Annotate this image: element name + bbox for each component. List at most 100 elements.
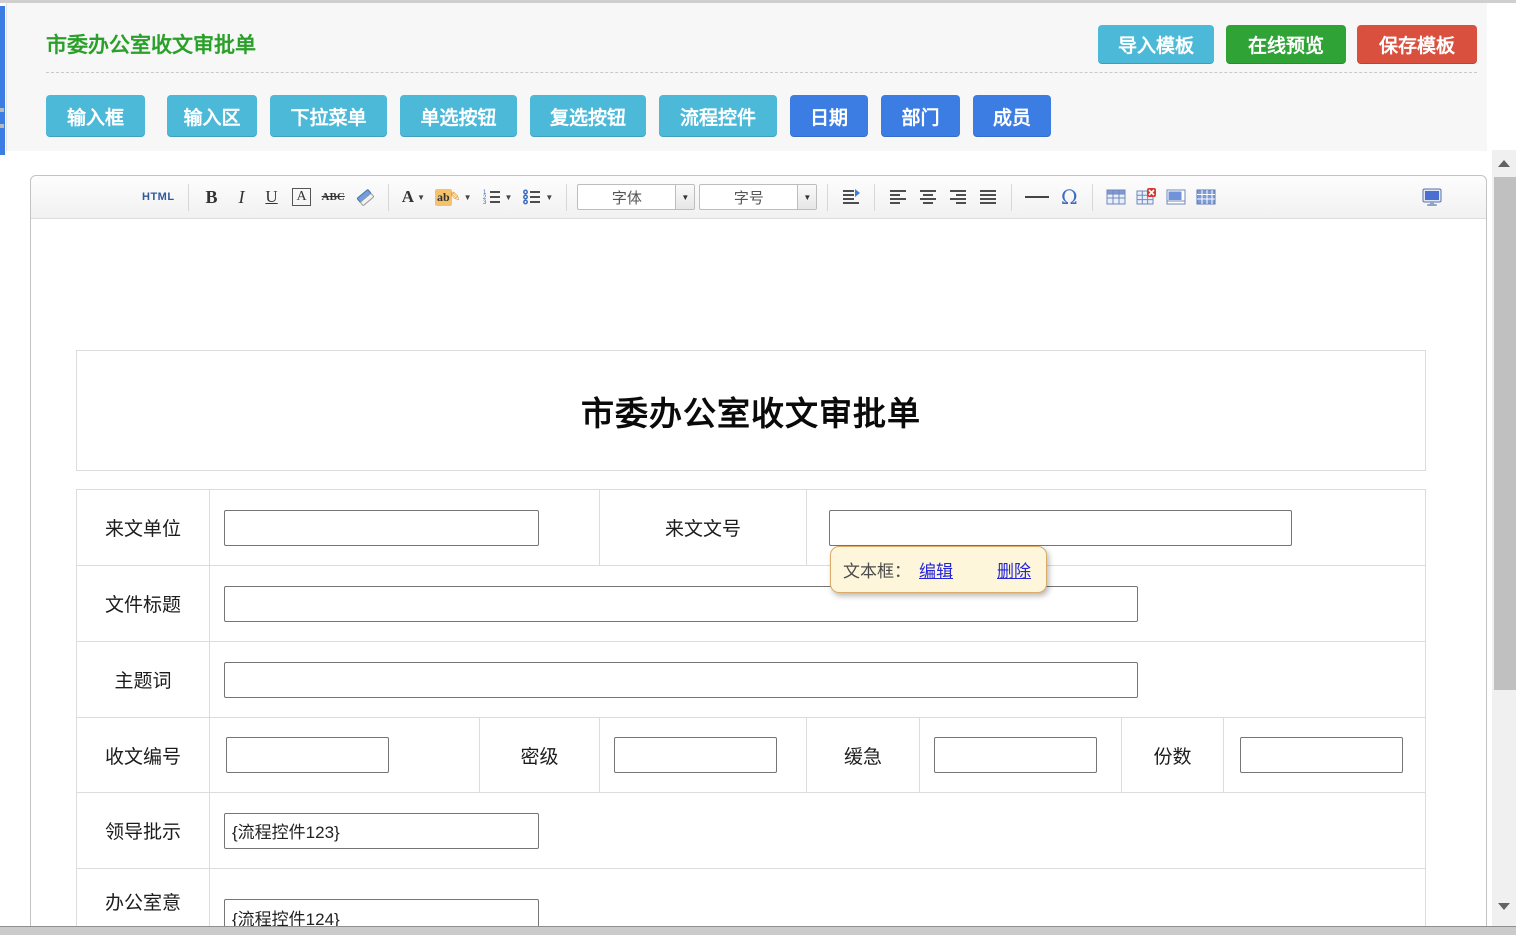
form-title-block[interactable]: 市委办公室收文审批单 (76, 350, 1426, 471)
align-center-button[interactable] (915, 183, 941, 211)
underline-button[interactable]: U (259, 183, 285, 211)
fullscreen-button[interactable] (1418, 183, 1446, 211)
field-label-source-doc-number: 来文文号 (600, 490, 807, 565)
eraser-icon (355, 187, 375, 207)
field-label-document-title: 文件标题 (77, 566, 210, 641)
toolbar-separator (388, 184, 389, 211)
app-window: 市委办公室收文审批单 导入模板 在线预览 保存模板 输入框 输入区 下拉菜单 单… (0, 0, 1516, 935)
keywords-input[interactable] (224, 662, 1138, 698)
eraser-button[interactable] (352, 183, 378, 211)
strikethrough-button[interactable]: ABC (319, 183, 348, 211)
table-cell (210, 642, 1425, 717)
form-title: 市委办公室收文审批单 (581, 387, 921, 435)
urgency-input[interactable] (934, 737, 1097, 773)
chevron-down-icon: ▼ (545, 193, 553, 202)
highlight-color-button[interactable]: ab✎▼ (432, 183, 475, 211)
scrollbar-up-arrow-icon[interactable] (1498, 160, 1510, 167)
toolbar-separator (1092, 184, 1093, 211)
table-cell-props-button[interactable] (1163, 183, 1189, 211)
rich-text-editor: HTML B I U A ABC A▼ ab✎▼ 123 ▼ ▼ 字体 (30, 175, 1487, 935)
italic-button[interactable]: I (229, 183, 255, 211)
palette-flow-control-button[interactable]: 流程控件 (659, 95, 777, 137)
copies-input[interactable] (1240, 737, 1403, 773)
delete-table-icon (1136, 188, 1156, 206)
table-cell (600, 718, 807, 792)
toolbar-separator (874, 184, 875, 211)
toolbar-separator (827, 184, 828, 211)
source-unit-input[interactable] (224, 510, 539, 546)
vertical-scrollbar-thumb[interactable] (1494, 177, 1516, 690)
field-label-copies: 份数 (1122, 718, 1224, 792)
table-row: 文件标题 (77, 565, 1425, 641)
chevron-down-icon[interactable]: ▼ (797, 185, 816, 209)
special-char-button[interactable]: Ω (1056, 183, 1082, 211)
align-right-button[interactable] (945, 183, 971, 211)
border-button[interactable]: A (289, 183, 315, 211)
scrollbar-down-arrow-icon[interactable] (1498, 903, 1510, 910)
font-color-button[interactable]: A▼ (399, 183, 428, 211)
ordered-list-icon: 123 (482, 187, 502, 207)
collapsed-sidebar-strip (0, 6, 5, 155)
table-cell (210, 718, 480, 792)
page-title: 市委办公室收文审批单 (46, 29, 256, 59)
font-size-select[interactable]: 字号 ▼ (699, 184, 817, 210)
editor-document[interactable]: 市委办公室收文审批单 来文单位 来文文号 文件标题 (31, 219, 1486, 935)
ordered-list-button[interactable]: 123 ▼ (479, 183, 516, 211)
table-props-button[interactable] (1193, 183, 1219, 211)
table-row: 主题词 (77, 641, 1425, 717)
source-doc-number-input[interactable] (829, 510, 1292, 546)
editor-toolbar: HTML B I U A ABC A▼ ab✎▼ 123 ▼ ▼ 字体 (31, 176, 1486, 219)
table-row: 来文单位 来文文号 (77, 490, 1425, 565)
align-left-icon (888, 187, 908, 207)
leader-comments-input[interactable] (224, 813, 539, 849)
palette-dropdown-button[interactable]: 下拉菜单 (270, 95, 387, 137)
unordered-list-button[interactable]: ▼ (519, 183, 556, 211)
indent-button[interactable] (838, 183, 864, 211)
online-preview-button[interactable]: 在线预览 (1226, 25, 1346, 64)
align-left-button[interactable] (885, 183, 911, 211)
field-context-tooltip: 文本框： 编辑 删除 (830, 546, 1047, 593)
bold-button[interactable]: B (199, 183, 225, 211)
secrecy-level-input[interactable] (614, 737, 777, 773)
source-code-button[interactable]: HTML (139, 183, 178, 211)
insert-table-button[interactable] (1103, 183, 1129, 211)
align-justify-button[interactable] (975, 183, 1001, 211)
palette-department-button[interactable]: 部门 (881, 95, 960, 137)
toolbar-separator (188, 184, 189, 211)
field-label-source-unit: 来文单位 (77, 490, 210, 565)
table-cell-props-icon (1166, 188, 1186, 206)
receipt-number-input[interactable] (226, 737, 389, 773)
table-cell (1224, 718, 1425, 792)
palette-member-button[interactable]: 成员 (973, 95, 1051, 137)
align-center-icon (918, 187, 938, 207)
align-justify-icon (978, 187, 998, 207)
horizontal-rule-button[interactable] (1022, 183, 1052, 211)
tooltip-edit-link[interactable]: 编辑 (919, 557, 953, 582)
font-family-select[interactable]: 字体 ▼ (577, 184, 695, 210)
toolbar-separator (1011, 184, 1012, 211)
font-size-value: 字号 (700, 185, 797, 209)
horizontal-rule-icon (1025, 196, 1049, 198)
border-a-icon: A (292, 188, 310, 206)
field-label-keywords: 主题词 (77, 642, 210, 717)
table-props-icon (1196, 188, 1216, 206)
chevron-down-icon: ▼ (505, 193, 513, 202)
palette-input-box-button[interactable]: 输入框 (46, 95, 145, 137)
chevron-down-icon[interactable]: ▼ (675, 185, 694, 209)
import-template-button[interactable]: 导入模板 (1098, 25, 1214, 64)
field-label-leader-comments: 领导批示 (77, 793, 210, 868)
save-template-button[interactable]: 保存模板 (1357, 25, 1477, 64)
palette-date-button[interactable]: 日期 (790, 95, 868, 137)
tooltip-delete-link[interactable]: 删除 (997, 557, 1031, 582)
palette-checkbox-button[interactable]: 复选按钮 (530, 95, 646, 137)
palette-radio-button[interactable]: 单选按钮 (400, 95, 517, 137)
delete-table-button[interactable] (1133, 183, 1159, 211)
table-row: 领导批示 (77, 792, 1425, 868)
toolbar-separator (566, 184, 567, 211)
palette-input-area-button[interactable]: 输入区 (167, 95, 257, 137)
form-table: 来文单位 来文文号 文件标题 (76, 489, 1426, 935)
sidebar-clipped-mark (0, 108, 4, 112)
svg-text:3: 3 (483, 200, 487, 206)
pencil-icon: ✎ (450, 189, 461, 205)
field-label-receipt-number: 收文编号 (77, 718, 210, 792)
